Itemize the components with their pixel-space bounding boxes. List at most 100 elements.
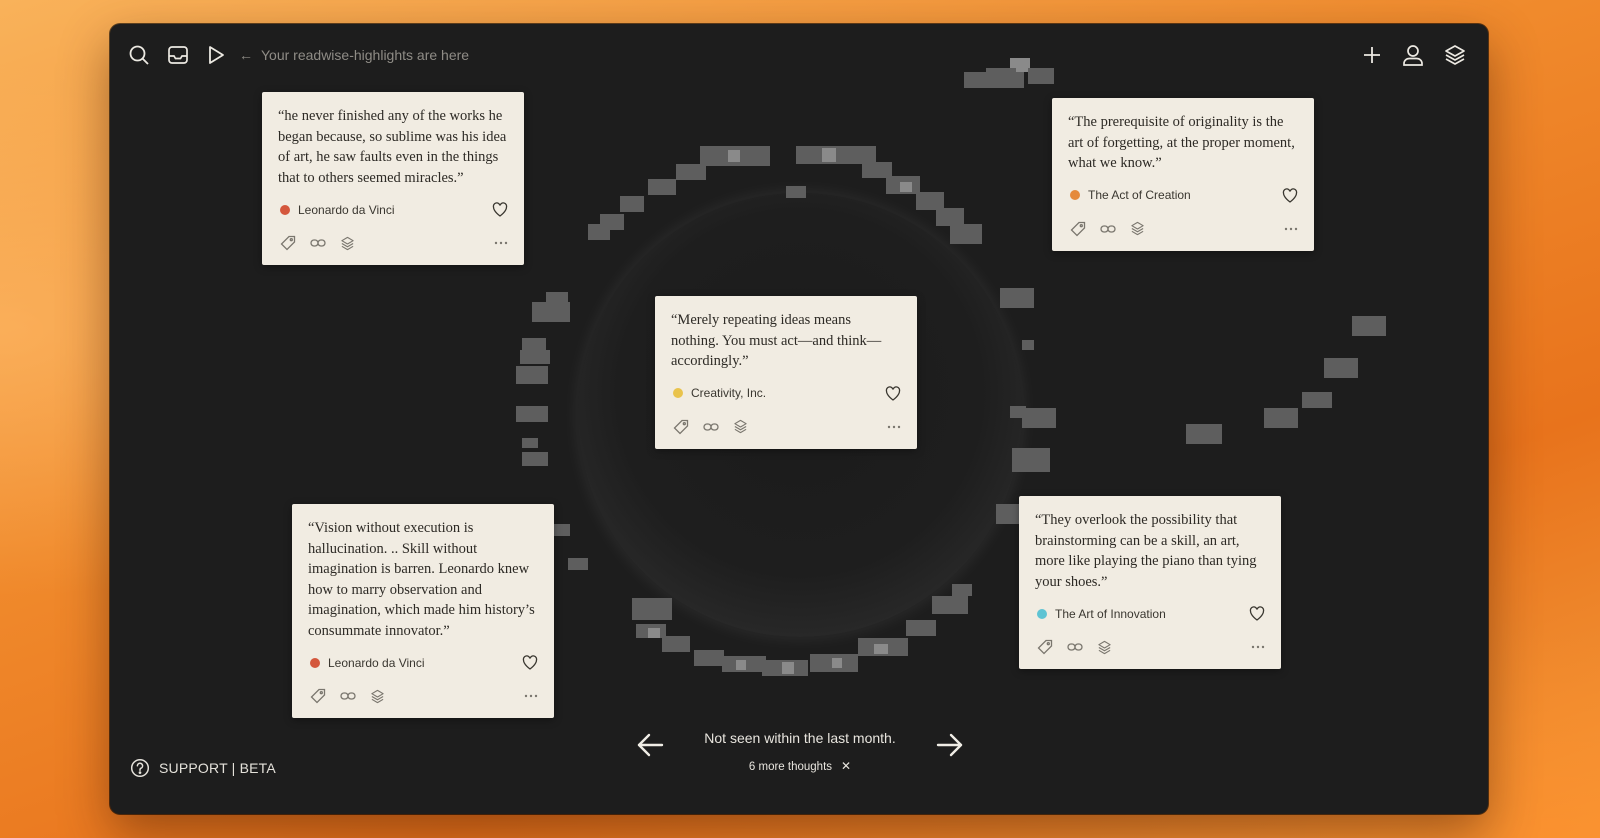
more-icon[interactable] (1251, 645, 1265, 649)
more-thoughts[interactable]: 6 more thoughts ✕ (630, 759, 970, 773)
more-icon[interactable] (524, 694, 538, 698)
tag-icon[interactable] (310, 688, 326, 704)
heart-icon[interactable] (492, 202, 508, 217)
ring-block (1010, 406, 1026, 418)
layers-icon[interactable] (733, 419, 748, 434)
ring-block (832, 658, 842, 668)
readwise-hint: ← Your readwise-highlights are here (239, 47, 469, 63)
arrow-left-icon: ← (239, 47, 253, 63)
plus-icon[interactable] (1362, 45, 1382, 65)
source-color-dot (673, 388, 683, 398)
card-source-name: Leonardo da Vinci (298, 202, 395, 217)
card-quote: “Vision without execution is hallucinati… (308, 520, 535, 639)
card-source-name: Leonardo da Vinci (328, 655, 425, 670)
support-label: SUPPORT | BETA (159, 760, 276, 776)
close-icon[interactable]: ✕ (841, 759, 851, 773)
layers-icon[interactable] (340, 236, 355, 251)
ring-block (952, 584, 972, 596)
ring-block (932, 596, 968, 614)
ring-block (874, 644, 888, 654)
ring-block (662, 636, 690, 652)
link-icon[interactable] (703, 419, 719, 435)
more-icon[interactable] (887, 425, 901, 429)
layers-icon[interactable] (1097, 640, 1112, 655)
ring-block (1000, 288, 1034, 308)
card-source-name: The Act of Creation (1088, 188, 1191, 202)
ring-block (822, 148, 836, 162)
ring-block (694, 650, 724, 666)
card-quote: “Merely repeating ideas means nothing. Y… (671, 312, 882, 369)
ring-block (516, 406, 548, 422)
ring-block (1186, 424, 1222, 444)
ring-block (728, 150, 740, 162)
card-source-name: Creativity, Inc. (691, 386, 767, 400)
heart-icon[interactable] (522, 655, 538, 670)
card-actions (292, 670, 554, 718)
more-thoughts-label: 6 more thoughts (748, 761, 833, 773)
ring-block (648, 628, 660, 638)
search-icon[interactable] (128, 44, 150, 66)
link-icon[interactable] (340, 688, 356, 704)
highlight-card[interactable]: “Merely repeating ideas means nothing. Y… (655, 296, 917, 449)
ring-block (900, 182, 912, 192)
status-text: Not seen within the last month. (704, 730, 896, 746)
source-color-dot (280, 204, 290, 215)
card-source[interactable]: Creativity, Inc. (655, 372, 917, 401)
highlight-card[interactable]: “They overlook the possibility that brai… (1019, 496, 1281, 669)
ring-block (1022, 340, 1034, 350)
card-source[interactable]: The Art of Innovation (1019, 592, 1281, 621)
ring-block (736, 660, 746, 670)
card-actions (1052, 203, 1314, 251)
heart-icon[interactable] (1249, 606, 1265, 621)
card-source[interactable]: Leonardo da Vinci (262, 188, 524, 217)
ring-block (648, 179, 676, 195)
layers-icon[interactable] (1444, 44, 1466, 66)
ring-block (782, 662, 794, 674)
ring-block (786, 186, 806, 198)
app-window: ← Your readwise-highlights are here “he … (110, 24, 1488, 814)
card-quote: “he never finished any of the works he b… (278, 108, 507, 186)
ring-block (1028, 68, 1054, 84)
ring-block (1022, 408, 1056, 428)
ring-block (532, 302, 570, 322)
more-icon[interactable] (494, 241, 508, 245)
ring-block (906, 620, 936, 636)
card-actions (1019, 621, 1281, 669)
ring-block (522, 452, 548, 466)
ring-block (632, 598, 672, 620)
tag-icon[interactable] (280, 235, 296, 251)
card-actions (655, 401, 917, 449)
ring-block (1302, 392, 1332, 408)
tag-icon[interactable] (673, 419, 689, 435)
tag-icon[interactable] (1070, 221, 1086, 237)
card-source[interactable]: Leonardo da Vinci (292, 641, 554, 670)
ring-block (588, 224, 610, 240)
highlight-card[interactable]: “he never finished any of the works he b… (262, 92, 524, 265)
link-icon[interactable] (1100, 221, 1116, 237)
ring-block (986, 68, 1016, 84)
ring-block (1012, 448, 1050, 472)
ring-block (522, 338, 546, 350)
highlight-card[interactable]: “The prerequisite of originality is the … (1052, 98, 1314, 251)
arrow-right-icon[interactable] (936, 732, 964, 758)
heart-icon[interactable] (885, 385, 901, 401)
heart-icon[interactable] (1282, 187, 1298, 203)
layers-icon[interactable] (370, 689, 385, 704)
more-icon[interactable] (1284, 227, 1298, 231)
play-icon[interactable] (206, 44, 226, 66)
bottom-navigation: Not seen within the last month. 6 more t… (630, 724, 970, 784)
link-icon[interactable] (1067, 639, 1083, 655)
tag-icon[interactable] (1037, 639, 1053, 655)
highlight-card[interactable]: “Vision without execution is hallucinati… (292, 504, 554, 718)
ring-block (1352, 316, 1386, 336)
ring-block (676, 164, 706, 180)
card-quote: “The prerequisite of originality is the … (1068, 114, 1295, 171)
user-icon[interactable] (1402, 44, 1424, 66)
source-color-dot (1070, 190, 1080, 200)
card-source[interactable]: The Act of Creation (1052, 174, 1314, 203)
link-icon[interactable] (310, 235, 326, 251)
inbox-icon[interactable] (167, 44, 189, 66)
support-link[interactable]: SUPPORT | BETA (130, 758, 276, 778)
layers-icon[interactable] (1130, 221, 1145, 236)
ring-block (568, 558, 588, 570)
